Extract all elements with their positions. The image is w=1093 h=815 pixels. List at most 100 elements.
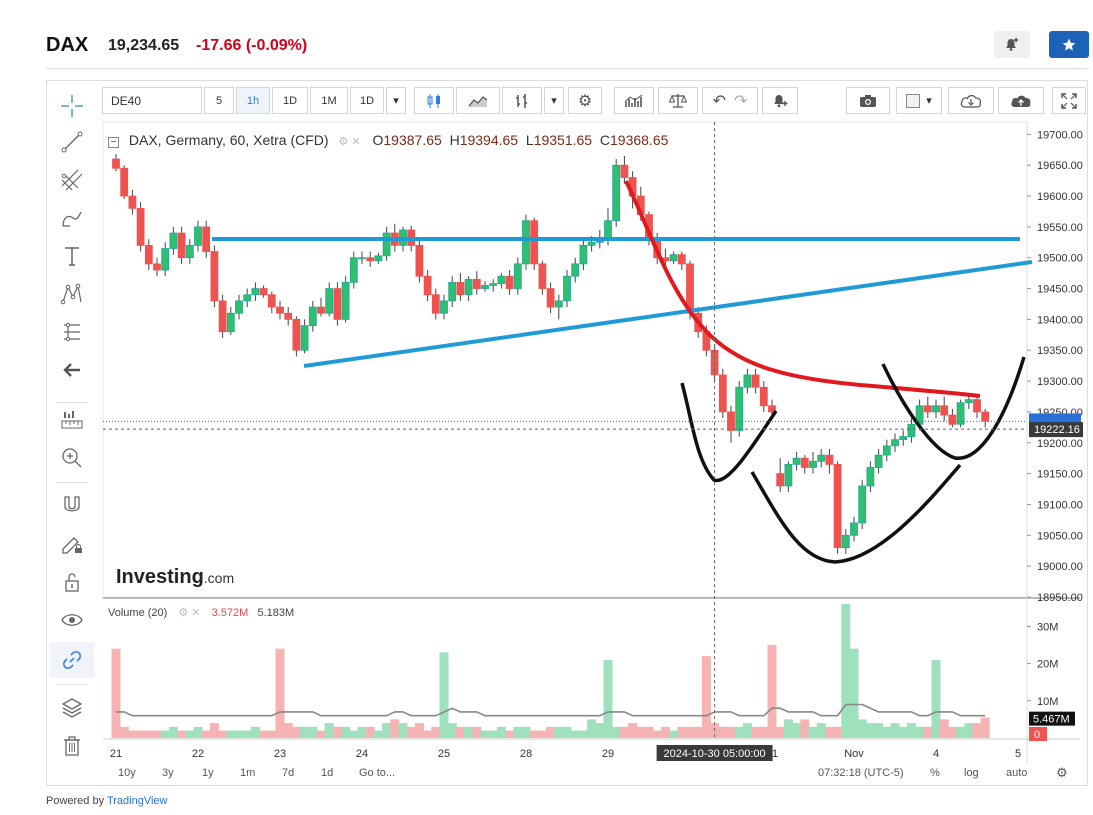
- collapse-legend-icon[interactable]: −: [108, 137, 119, 148]
- time-tick-label: 22: [192, 748, 204, 760]
- candle-body: [587, 241, 596, 246]
- watermark-logo: Investing.com: [116, 566, 234, 588]
- volume-bar: [857, 719, 867, 738]
- volume-bar: [201, 730, 211, 738]
- volume-last-label: 5.467M: [1033, 714, 1070, 726]
- volume-bar: [882, 726, 892, 738]
- tradingview-link[interactable]: TradingView: [107, 795, 168, 807]
- volume-bar: [759, 726, 769, 738]
- volume-bar: [964, 723, 974, 738]
- percent-scale-toggle[interactable]: %: [930, 767, 940, 779]
- candle-body: [358, 257, 366, 260]
- volume-bar: [136, 730, 146, 738]
- time-tick-label: 5: [1015, 748, 1021, 760]
- volume-bar: [603, 659, 613, 738]
- volume-bar: [488, 730, 498, 738]
- volume-bar: [423, 730, 433, 738]
- volume-bar: [956, 726, 966, 738]
- volume-bar: [300, 726, 310, 738]
- price-tick-label: 19500.00: [1037, 253, 1083, 265]
- log-scale-toggle[interactable]: log: [964, 767, 979, 779]
- candle-body: [284, 312, 293, 320]
- volume-bar: [726, 726, 736, 738]
- price-tick-label: 19100.00: [1037, 499, 1083, 511]
- volume-bar: [234, 730, 244, 738]
- candle-body: [546, 288, 555, 308]
- volume-bar: [406, 726, 416, 738]
- volume-tick-label: 10M: [1037, 696, 1058, 708]
- candle-body: [210, 251, 219, 302]
- volume-bar: [751, 726, 761, 738]
- price-tick-label: 19600.00: [1037, 191, 1083, 203]
- candle-body: [300, 325, 309, 351]
- series-settings-icon[interactable]: ⚙ ✕: [338, 136, 360, 148]
- volume-bar: [890, 723, 900, 738]
- volume-legend: Volume (20) ⚙ ✕ 3.572M 5.183M: [108, 606, 294, 619]
- chart-canvas[interactable]: 19700.00 19650.00 19600.00 19550.00 19500.00…: [0, 0, 1093, 815]
- volume-settings-icon[interactable]: ⚙ ✕: [178, 607, 200, 619]
- candle-body: [513, 263, 522, 289]
- powered-by: Powered by TradingView: [46, 795, 168, 807]
- candle-body: [317, 306, 325, 314]
- candle-body: [522, 220, 530, 265]
- volume-title[interactable]: Volume (20): [108, 607, 167, 619]
- clock-timezone[interactable]: 07:32:18 (UTC-5): [818, 767, 904, 779]
- candle-body: [333, 288, 342, 320]
- candle-body: [448, 281, 457, 302]
- series-title[interactable]: DAX, Germany, 60, Xetra (CFD): [129, 132, 329, 148]
- candle-body: [677, 254, 686, 265]
- volume-bar: [939, 719, 949, 738]
- volume-bar: [365, 726, 375, 738]
- candle-body: [251, 288, 260, 296]
- go-to-date-button[interactable]: Go to...: [359, 767, 395, 779]
- candle-body: [907, 423, 916, 438]
- volume-bars: [111, 604, 990, 738]
- candle-body: [366, 257, 375, 262]
- candle-body: [571, 263, 580, 277]
- volume-bar: [152, 730, 162, 738]
- candle-body: [891, 439, 899, 447]
- volume-bar: [546, 726, 556, 738]
- candle-body: [669, 254, 678, 262]
- candle-body: [308, 306, 317, 326]
- volume-bar: [619, 726, 629, 738]
- price-tick-label: 19050.00: [1037, 530, 1083, 542]
- candle-body: [481, 285, 489, 289]
- range-1y[interactable]: 1y: [202, 767, 214, 779]
- candle-body: [185, 244, 194, 259]
- range-3y[interactable]: 3y: [162, 767, 174, 779]
- series-legend: − DAX, Germany, 60, Xetra (CFD) ⚙ ✕ O193…: [108, 132, 668, 148]
- candle-body: [120, 167, 129, 197]
- candle-body: [218, 300, 227, 333]
- price-tick-label: 19400.00: [1037, 314, 1083, 326]
- volume-bar: [259, 730, 269, 738]
- volume-bar: [455, 726, 465, 738]
- black-curve-right[interactable]: [881, 356, 1026, 460]
- time-tick-label: 29: [602, 748, 614, 760]
- volume-bar: [398, 723, 408, 738]
- volume-bar: [382, 723, 392, 738]
- volume-bar: [669, 730, 679, 738]
- gear-icon[interactable]: ⚙: [1056, 765, 1068, 781]
- volume-bar: [677, 726, 687, 738]
- candle-body: [341, 281, 350, 320]
- candle-body: [817, 454, 826, 462]
- range-1m[interactable]: 1m: [240, 767, 255, 779]
- volume-bar: [693, 726, 703, 738]
- range-1d[interactable]: 1d: [321, 767, 333, 779]
- range-10y[interactable]: 10y: [118, 767, 136, 779]
- candle-body: [612, 164, 621, 222]
- volume-bar: [595, 723, 605, 738]
- candle-body: [882, 445, 891, 456]
- volume-bar: [480, 730, 490, 738]
- volume-bar: [800, 719, 810, 738]
- range-7d[interactable]: 7d: [282, 767, 294, 779]
- volume-bar: [209, 723, 219, 738]
- auto-scale-toggle[interactable]: auto: [1006, 767, 1027, 779]
- ohlc-values: O19387.65 H19394.65 L19351.65 C19368.65: [372, 132, 669, 148]
- red-decay-curve[interactable]: [624, 180, 981, 398]
- crosshair-price-label: 19222.16: [1034, 424, 1080, 436]
- candle-body: [259, 288, 268, 296]
- volume-bar: [718, 726, 728, 738]
- price-tick-label: 19550.00: [1037, 222, 1083, 234]
